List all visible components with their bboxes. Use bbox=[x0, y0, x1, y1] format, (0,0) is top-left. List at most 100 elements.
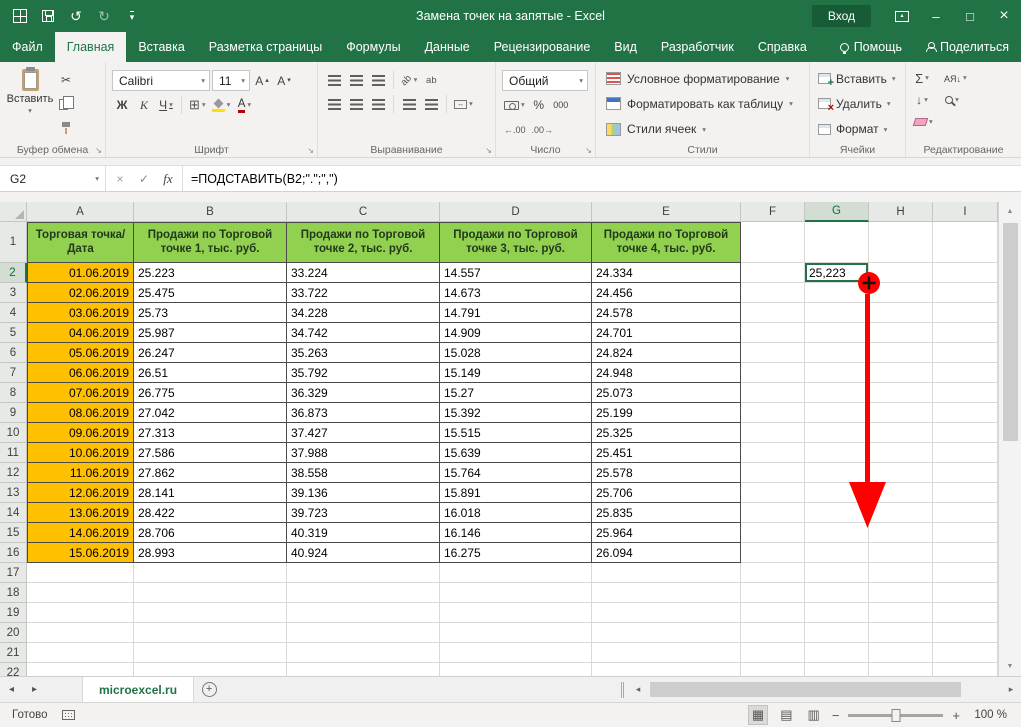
column-header-E[interactable]: E bbox=[592, 202, 741, 222]
cell-D10[interactable]: 15.515 bbox=[440, 423, 592, 443]
cell-I22[interactable] bbox=[933, 663, 998, 676]
row-header-14[interactable]: 14 bbox=[0, 503, 27, 523]
row-header-6[interactable]: 6 bbox=[0, 343, 27, 363]
cell-A12[interactable]: 11.06.2019 bbox=[27, 463, 134, 483]
underline-button[interactable]: Ч▾ bbox=[156, 95, 176, 115]
scroll-down-button[interactable]: ▼ bbox=[999, 657, 1021, 676]
cell-F5[interactable] bbox=[741, 323, 805, 343]
cell-B2[interactable]: 25.223 bbox=[134, 263, 287, 283]
cell-B11[interactable]: 27.586 bbox=[134, 443, 287, 463]
row-header-5[interactable]: 5 bbox=[0, 323, 27, 343]
cell-I1[interactable] bbox=[933, 222, 998, 263]
fill-button[interactable]: ↓▾ bbox=[912, 90, 932, 110]
paste-button[interactable]: Вставить ▾ bbox=[6, 66, 54, 142]
cell-C21[interactable] bbox=[287, 643, 440, 663]
percent-style-button[interactable]: % bbox=[529, 95, 549, 115]
cell-D21[interactable] bbox=[440, 643, 592, 663]
scroll-left-button[interactable]: ◂ bbox=[628, 684, 648, 695]
cell-F9[interactable] bbox=[741, 403, 805, 423]
sort-filter-button[interactable]: ▾ bbox=[942, 68, 969, 88]
column-header-D[interactable]: D bbox=[440, 202, 592, 222]
cell-B18[interactable] bbox=[134, 583, 287, 603]
cell-A1[interactable]: Торговая точка/ Дата bbox=[27, 222, 134, 263]
cell-C11[interactable]: 37.988 bbox=[287, 443, 440, 463]
increase-font-button[interactable]: А▴ bbox=[252, 71, 272, 91]
zoom-out-button[interactable]: − bbox=[832, 708, 840, 723]
cell-G15[interactable] bbox=[805, 523, 869, 543]
row-header-3[interactable]: 3 bbox=[0, 283, 27, 303]
sheet-nav-right-button[interactable]: ▸ bbox=[23, 684, 46, 695]
row-header-2[interactable]: 2 bbox=[0, 263, 27, 283]
cell-G14[interactable] bbox=[805, 503, 869, 523]
cell-D1[interactable]: Продажи по Торговой точке 3, тыс. руб. bbox=[440, 222, 592, 263]
cell-F19[interactable] bbox=[741, 603, 805, 623]
cell-E5[interactable]: 24.701 bbox=[592, 323, 741, 343]
name-box[interactable]: G2 ▾ bbox=[0, 166, 106, 191]
cell-I4[interactable] bbox=[933, 303, 998, 323]
cell-B10[interactable]: 27.313 bbox=[134, 423, 287, 443]
decrease-decimal-button[interactable] bbox=[530, 119, 556, 139]
cell-A22[interactable] bbox=[27, 663, 134, 676]
align-center-button[interactable] bbox=[346, 94, 366, 114]
cell-E4[interactable]: 24.578 bbox=[592, 303, 741, 323]
cell-A11[interactable]: 10.06.2019 bbox=[27, 443, 134, 463]
cell-F14[interactable] bbox=[741, 503, 805, 523]
cell-F20[interactable] bbox=[741, 623, 805, 643]
cell-A6[interactable]: 05.06.2019 bbox=[27, 343, 134, 363]
vertical-scrollbar[interactable]: ▲ ▼ bbox=[998, 202, 1021, 676]
decrease-font-button[interactable]: А▾ bbox=[274, 71, 294, 91]
cell-D14[interactable]: 16.018 bbox=[440, 503, 592, 523]
cell-A9[interactable]: 08.06.2019 bbox=[27, 403, 134, 423]
cell-F21[interactable] bbox=[741, 643, 805, 663]
cell-C10[interactable]: 37.427 bbox=[287, 423, 440, 443]
cell-G7[interactable] bbox=[805, 363, 869, 383]
align-bottom-button[interactable] bbox=[368, 70, 388, 90]
cell-G1[interactable] bbox=[805, 222, 869, 263]
conditional-formatting-button[interactable]: Условное форматирование ▾ bbox=[602, 66, 805, 91]
tell-me-box[interactable]: Помощь bbox=[828, 32, 914, 62]
cell-H11[interactable] bbox=[869, 443, 933, 463]
cell-E16[interactable]: 26.094 bbox=[592, 543, 741, 563]
row-header-13[interactable]: 13 bbox=[0, 483, 27, 503]
save-button[interactable] bbox=[36, 4, 60, 28]
cell-D8[interactable]: 15.27 bbox=[440, 383, 592, 403]
zoom-in-button[interactable]: + bbox=[952, 708, 960, 723]
row-header-1[interactable]: 1 bbox=[0, 222, 27, 263]
cell-H1[interactable] bbox=[869, 222, 933, 263]
undo-button[interactable]: ↺ bbox=[64, 4, 88, 28]
cell-F22[interactable] bbox=[741, 663, 805, 676]
cell-D3[interactable]: 14.673 bbox=[440, 283, 592, 303]
cell-C1[interactable]: Продажи по Торговой точке 2, тыс. руб. bbox=[287, 222, 440, 263]
font-name-select[interactable]: Calibri▾ bbox=[112, 70, 210, 91]
decrease-indent-button[interactable] bbox=[399, 94, 419, 114]
row-header-19[interactable]: 19 bbox=[0, 603, 27, 623]
cell-G17[interactable] bbox=[805, 563, 869, 583]
cell-B15[interactable]: 28.706 bbox=[134, 523, 287, 543]
cell-A2[interactable]: 01.06.2019 bbox=[27, 263, 134, 283]
cell-I10[interactable] bbox=[933, 423, 998, 443]
cell-G22[interactable] bbox=[805, 663, 869, 676]
insert-cells-button[interactable]: Вставить ▾ bbox=[816, 66, 901, 91]
cell-E14[interactable]: 25.835 bbox=[592, 503, 741, 523]
autosum-button[interactable]: Σ▾ bbox=[912, 68, 932, 88]
row-header-11[interactable]: 11 bbox=[0, 443, 27, 463]
cell-G6[interactable] bbox=[805, 343, 869, 363]
cell-B3[interactable]: 25.475 bbox=[134, 283, 287, 303]
zoom-slider-thumb[interactable] bbox=[891, 709, 900, 722]
cell-G9[interactable] bbox=[805, 403, 869, 423]
cell-D15[interactable]: 16.146 bbox=[440, 523, 592, 543]
align-left-button[interactable] bbox=[324, 94, 344, 114]
cell-F17[interactable] bbox=[741, 563, 805, 583]
cell-E1[interactable]: Продажи по Торговой точке 4, тыс. руб. bbox=[592, 222, 741, 263]
cell-E10[interactable]: 25.325 bbox=[592, 423, 741, 443]
cell-A17[interactable] bbox=[27, 563, 134, 583]
zoom-slider[interactable] bbox=[848, 714, 943, 717]
cell-D12[interactable]: 15.764 bbox=[440, 463, 592, 483]
cell-I14[interactable] bbox=[933, 503, 998, 523]
cell-B16[interactable]: 28.993 bbox=[134, 543, 287, 563]
cell-D20[interactable] bbox=[440, 623, 592, 643]
format-as-table-button[interactable]: Форматировать как таблицу ▾ bbox=[602, 91, 805, 116]
row-header-9[interactable]: 9 bbox=[0, 403, 27, 423]
cell-F15[interactable] bbox=[741, 523, 805, 543]
clear-button[interactable]: ▾ bbox=[912, 112, 935, 132]
